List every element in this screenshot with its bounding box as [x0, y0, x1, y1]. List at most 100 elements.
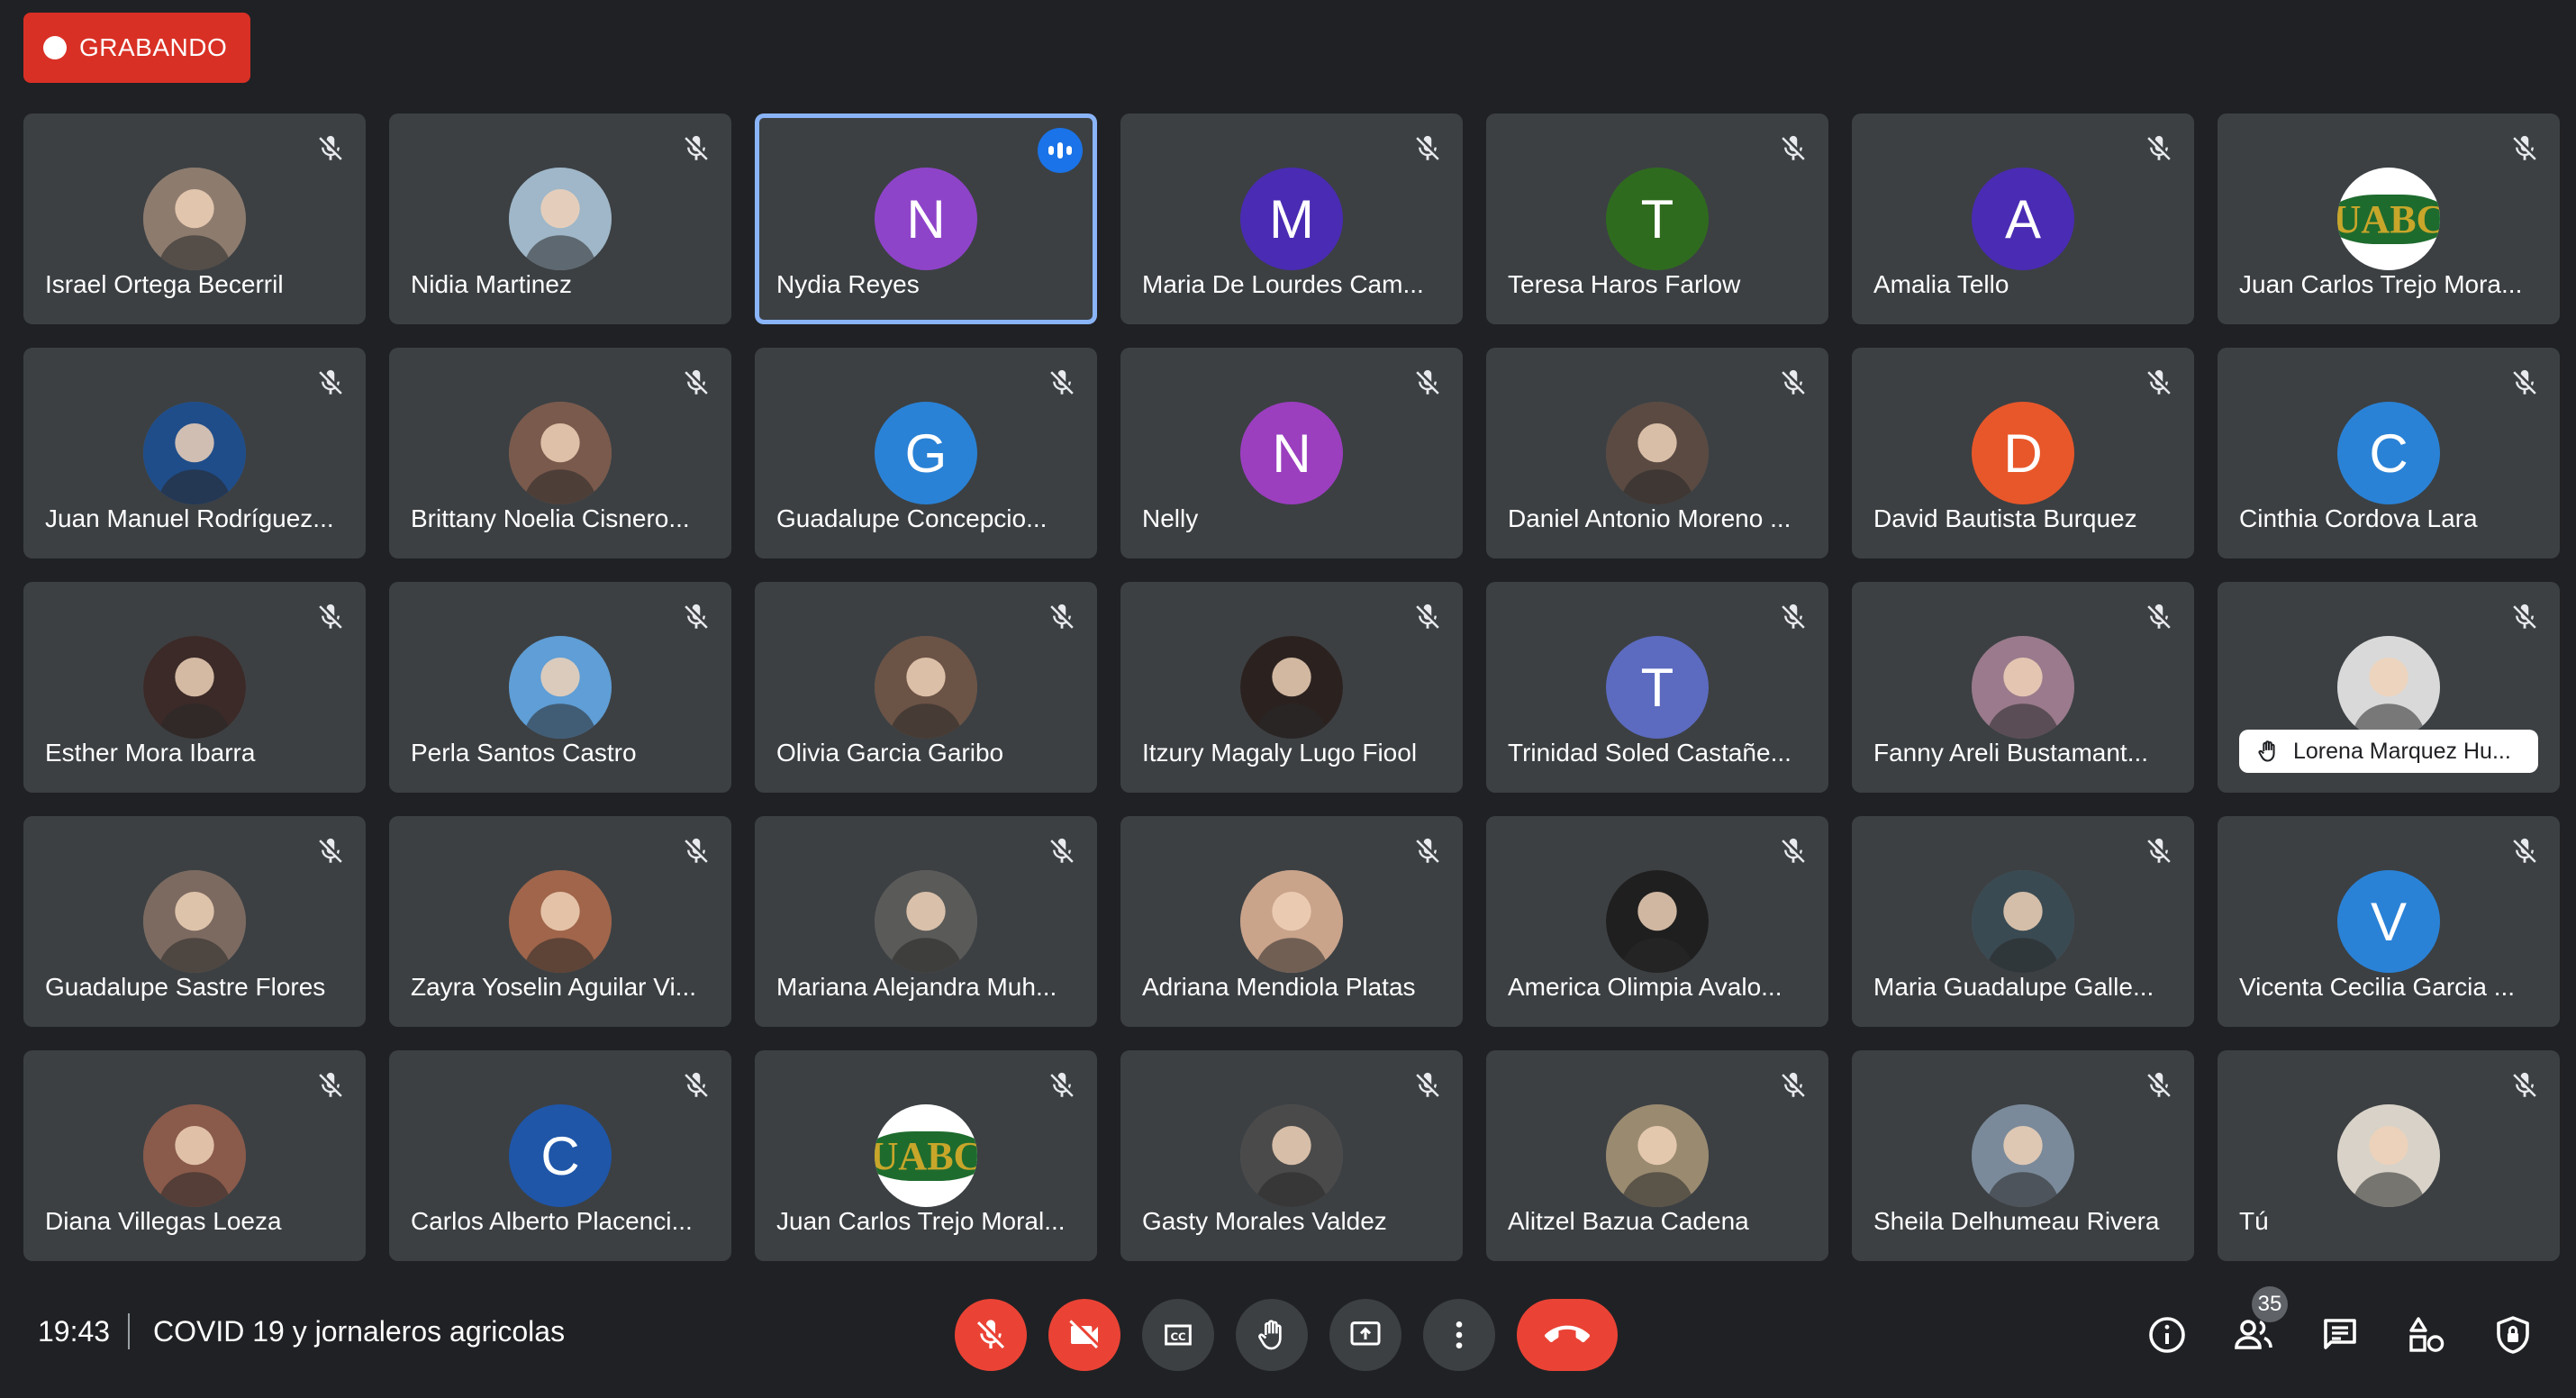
- mic-muted-icon: [2144, 602, 2174, 632]
- avatar-photo: [1606, 402, 1709, 504]
- participant-tile[interactable]: Olivia Garcia Garibo: [755, 582, 1097, 793]
- microphone-toggle-button[interactable]: [955, 1299, 1027, 1371]
- participant-tile[interactable]: America Olimpia Avalo...: [1486, 816, 1828, 1027]
- participant-tile[interactable]: C Carlos Alberto Placenci...: [389, 1050, 731, 1261]
- avatar-photo: [143, 636, 246, 739]
- participant-tile[interactable]: Brittany Noelia Cisnero...: [389, 348, 731, 558]
- avatar-initial-letter: C: [2369, 422, 2408, 484]
- participant-tile[interactable]: Alitzel Bazua Cadena: [1486, 1050, 1828, 1261]
- avatar-initial: A: [1972, 168, 2074, 270]
- participant-tile[interactable]: Gasty Morales Valdez: [1120, 1050, 1463, 1261]
- more-options-icon: [1456, 1321, 1463, 1348]
- captions-button[interactable]: CC: [1142, 1299, 1214, 1371]
- svg-text:CC: CC: [1170, 1330, 1185, 1343]
- participant-tile[interactable]: Daniel Antonio Moreno ...: [1486, 348, 1828, 558]
- avatar-photo: [509, 870, 612, 973]
- participant-tile[interactable]: C Cinthia Cordova Lara: [2218, 348, 2560, 558]
- participant-name: Cinthia Cordova Lara: [2239, 504, 2478, 532]
- participant-name: Maria De Lourdes Cam...: [1142, 270, 1424, 298]
- participant-name: Tú: [2239, 1207, 2269, 1235]
- participant-tile[interactable]: Nidia Martinez: [389, 113, 731, 324]
- mic-muted-icon: [315, 602, 346, 632]
- mic-muted-icon: [2144, 836, 2174, 867]
- mic-off-icon: [977, 1320, 1004, 1348]
- participant-name: David Bautista Burquez: [1873, 504, 2137, 532]
- participant-tile[interactable]: N Nydia Reyes: [755, 113, 1097, 324]
- avatar-initial: V: [2337, 870, 2440, 973]
- participant-tile[interactable]: Esther Mora Ibarra: [23, 582, 366, 793]
- avatar-initial: M: [1240, 168, 1343, 270]
- more-options-button[interactable]: [1423, 1299, 1495, 1371]
- participant-name: Perla Santos Castro: [411, 739, 637, 767]
- avatar-photo: [2337, 636, 2440, 739]
- participant-name: Teresa Haros Farlow: [1508, 270, 1741, 298]
- participant-name: Amalia Tello: [1873, 270, 2009, 298]
- mic-muted-icon: [2509, 1070, 2540, 1101]
- info-icon[interactable]: [2145, 1313, 2189, 1357]
- raise-hand-button[interactable]: [1236, 1299, 1308, 1371]
- host-controls-icon[interactable]: [2491, 1313, 2535, 1357]
- participant-tile[interactable]: Fanny Areli Bustamant...: [1852, 582, 2194, 793]
- avatar-photo: [1972, 636, 2074, 739]
- participant-tile[interactable]: N Nelly: [1120, 348, 1463, 558]
- avatar-initial: D: [1972, 402, 2074, 504]
- participant-tile[interactable]: Israel Ortega Becerril: [23, 113, 366, 324]
- speaking-indicator-icon: [1038, 128, 1083, 173]
- participant-tile[interactable]: Itzury Magaly Lugo Fiool: [1120, 582, 1463, 793]
- meeting-title: COVID 19 y jornaleros agricolas: [153, 1315, 566, 1348]
- participant-name: Itzury Magaly Lugo Fiool: [1142, 739, 1418, 767]
- avatar-photo: [1240, 1104, 1343, 1207]
- participant-tile[interactable]: Guadalupe Sastre Flores: [23, 816, 366, 1027]
- bottom-bar: 19:43 COVID 19 y jornaleros agricolas CC…: [0, 1270, 2576, 1398]
- participant-tile[interactable]: Sheila Delhumeau Rivera: [1852, 1050, 2194, 1261]
- participant-tile[interactable]: UABC Juan Carlos Trejo Mora...: [2218, 113, 2560, 324]
- participant-tile[interactable]: Zayra Yoselin Aguilar Vi...: [389, 816, 731, 1027]
- uabc-logo: UABC: [875, 1130, 977, 1181]
- recording-badge: GRABANDO: [23, 13, 250, 83]
- chat-icon[interactable]: [2318, 1313, 2362, 1357]
- participant-name: Juan Manuel Rodríguez...: [45, 504, 334, 532]
- participant-tile[interactable]: T Trinidad Soled Castañe...: [1486, 582, 1828, 793]
- participant-name: Diana Villegas Loeza: [45, 1207, 282, 1235]
- avatar-initial: T: [1606, 168, 1709, 270]
- participant-name: Fanny Areli Bustamant...: [1873, 739, 2149, 767]
- participant-tile[interactable]: M Maria De Lourdes Cam...: [1120, 113, 1463, 324]
- participant-tile[interactable]: UABC Juan Carlos Trejo Moral...: [755, 1050, 1097, 1261]
- participant-name: Adriana Mendiola Platas: [1142, 973, 1416, 1001]
- divider: [128, 1313, 130, 1349]
- avatar-initial-letter: M: [1269, 188, 1314, 250]
- participant-tile[interactable]: D David Bautista Burquez: [1852, 348, 2194, 558]
- participant-tile[interactable]: Perla Santos Castro: [389, 582, 731, 793]
- avatar-photo: [1972, 870, 2074, 973]
- avatar-photo: [875, 636, 977, 739]
- mic-muted-icon: [681, 836, 712, 867]
- participant-tile[interactable]: Maria Guadalupe Galle...: [1852, 816, 2194, 1027]
- mic-muted-icon: [681, 368, 712, 398]
- end-call-button[interactable]: [1517, 1299, 1618, 1371]
- mic-muted-icon: [1047, 836, 1077, 867]
- mic-muted-icon: [2509, 368, 2540, 398]
- participant-tile[interactable]: Juan Manuel Rodríguez...: [23, 348, 366, 558]
- avatar-initial: C: [509, 1104, 612, 1207]
- participant-tile[interactable]: Adriana Mendiola Platas: [1120, 816, 1463, 1027]
- participant-tile[interactable]: Tú: [2218, 1050, 2560, 1261]
- participant-tile[interactable]: V Vicenta Cecilia Garcia ...: [2218, 816, 2560, 1027]
- avatar-logo: UABC: [875, 1104, 977, 1207]
- avatar-photo: [143, 1104, 246, 1207]
- participant-tile[interactable]: T Teresa Haros Farlow: [1486, 113, 1828, 324]
- mic-muted-icon: [1412, 836, 1443, 867]
- participant-tile[interactable]: Mariana Alejandra Muh...: [755, 816, 1097, 1027]
- participant-tile[interactable]: A Amalia Tello: [1852, 113, 2194, 324]
- participant-tile[interactable]: Diana Villegas Loeza: [23, 1050, 366, 1261]
- activities-icon[interactable]: [2405, 1313, 2448, 1357]
- participant-name: Juan Carlos Trejo Moral...: [776, 1207, 1066, 1235]
- mic-muted-icon: [2144, 133, 2174, 164]
- clock: 19:43: [38, 1315, 111, 1348]
- present-screen-button[interactable]: [1329, 1299, 1401, 1371]
- participant-tile[interactable]: Lorena Marquez Hu...: [2218, 582, 2560, 793]
- participant-name: Guadalupe Concepcio...: [776, 504, 1048, 532]
- camera-toggle-button[interactable]: [1048, 1299, 1120, 1371]
- avatar-photo: [143, 168, 246, 270]
- participant-tile[interactable]: G Guadalupe Concepcio...: [755, 348, 1097, 558]
- mic-muted-icon: [2144, 368, 2174, 398]
